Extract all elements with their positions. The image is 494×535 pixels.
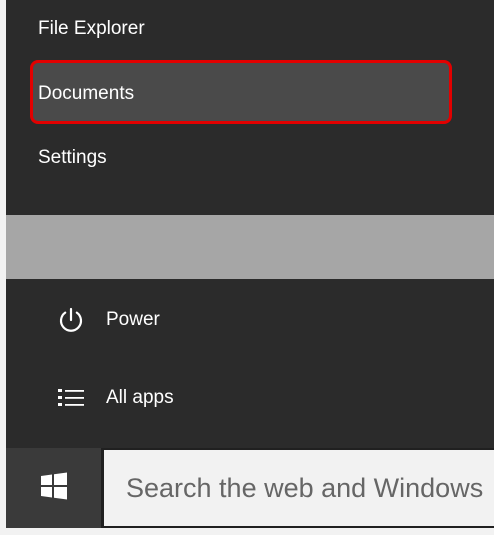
search-placeholder: Search the web and Windows: [126, 472, 484, 503]
power-icon: [49, 298, 93, 342]
start-menu-item-documents[interactable]: Documents: [6, 66, 494, 122]
power-label: Power: [106, 309, 160, 330]
start-menu-item-label: Documents: [38, 83, 135, 104]
search-input[interactable]: Search the web and Windows: [104, 450, 494, 526]
all-apps-button[interactable]: All apps: [6, 370, 494, 426]
start-button[interactable]: [6, 448, 101, 528]
power-button[interactable]: Power: [6, 292, 494, 348]
start-menu-item-file-explorer[interactable]: File Explorer: [6, 4, 494, 54]
all-apps-label: All apps: [106, 387, 174, 408]
windows-logo-icon: [39, 471, 69, 506]
bottom-edge: [0, 528, 494, 535]
start-menu-item-settings[interactable]: Settings: [6, 130, 494, 186]
divider-band: [6, 215, 494, 279]
start-menu-item-label: Settings: [38, 147, 107, 168]
start-menu-item-label: File Explorer: [38, 18, 145, 39]
list-icon: [49, 376, 93, 420]
